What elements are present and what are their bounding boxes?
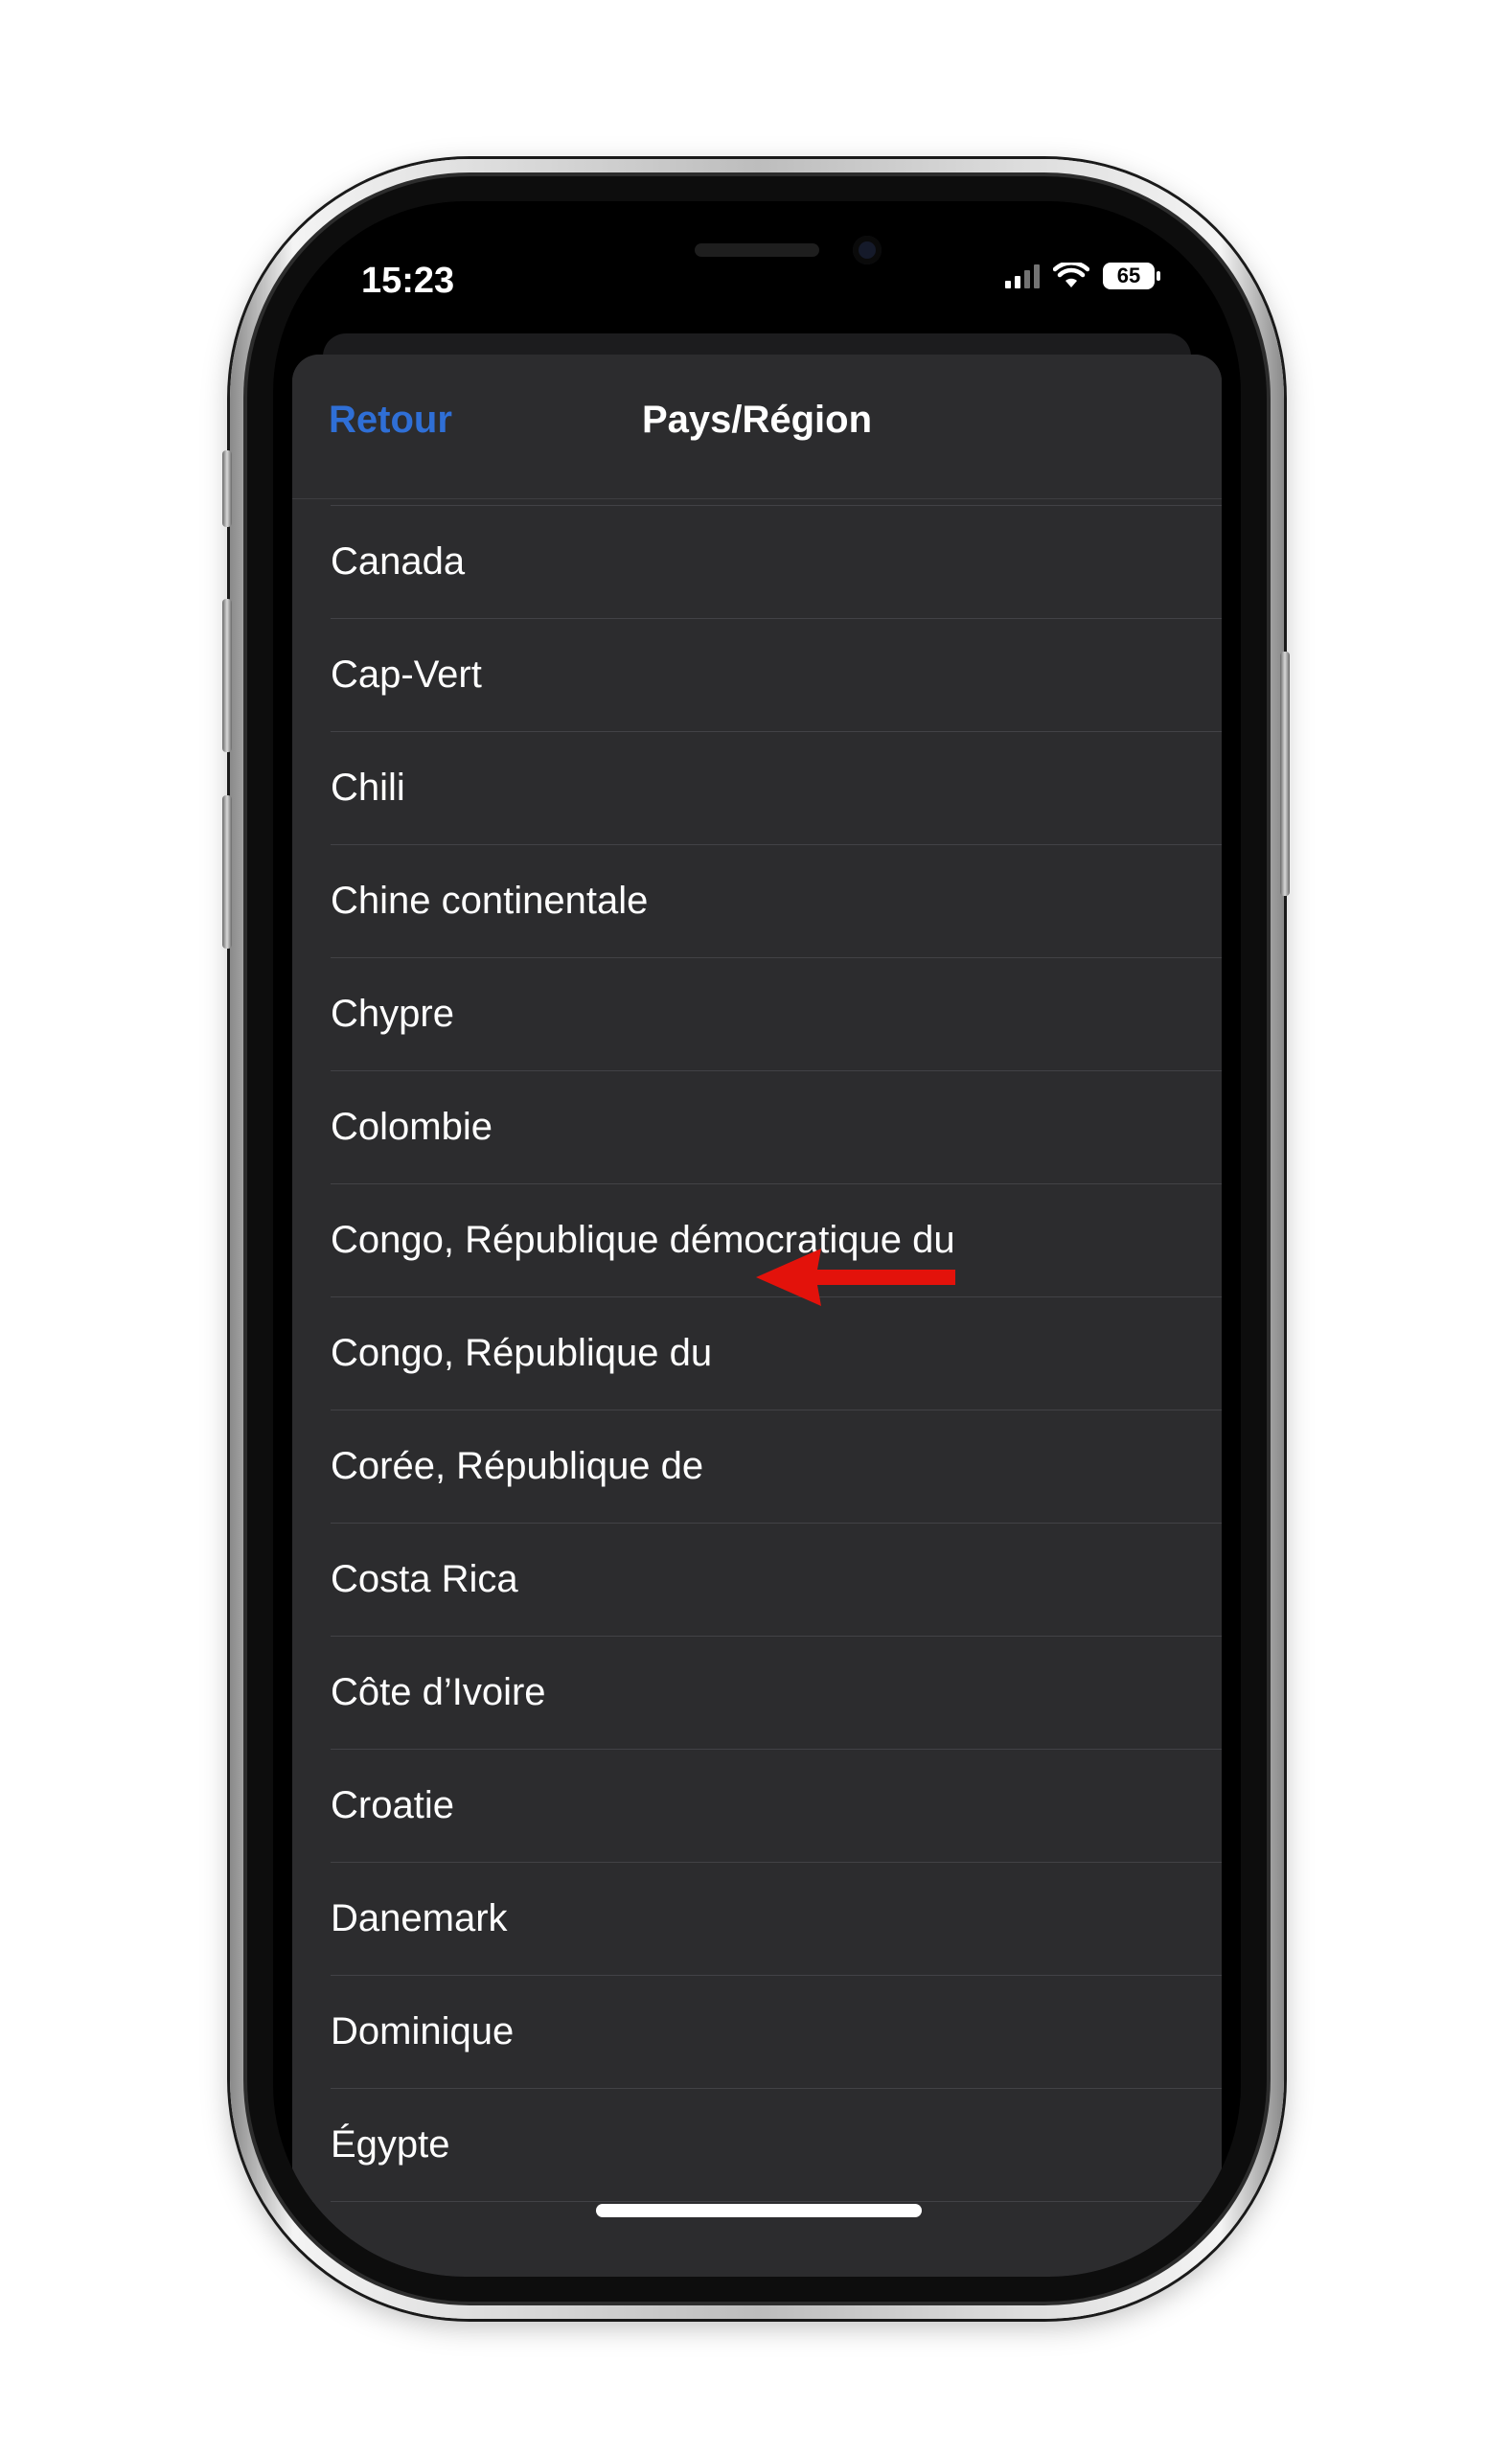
country-list-item[interactable]: Côte d’Ivoire — [292, 1637, 1222, 1750]
home-indicator[interactable] — [596, 2204, 922, 2217]
country-list-item[interactable]: Chili — [292, 732, 1222, 845]
country-list-item[interactable]: Colombie — [292, 1071, 1222, 1184]
navigation-bar: Retour Pays/Région — [292, 355, 1222, 499]
status-time: 15:23 — [361, 261, 455, 301]
country-list-item[interactable]: Égypte — [292, 2089, 1222, 2202]
volume-down-button — [222, 795, 232, 949]
battery-icon: 65 — [1103, 263, 1160, 289]
side-button — [1280, 652, 1290, 896]
country-list-item[interactable]: Chine continentale — [292, 845, 1222, 958]
country-list-item[interactable]: Danemark — [292, 1863, 1222, 1976]
front-camera — [853, 236, 882, 264]
red-arrow-annotation — [756, 1249, 955, 1306]
wifi-icon — [1053, 263, 1089, 287]
country-list-item[interactable]: Cap-Vert — [292, 619, 1222, 732]
country-list-item[interactable]: Chypre — [292, 958, 1222, 1071]
page-title: Pays/Région — [641, 399, 873, 441]
country-list-item[interactable]: Croatie — [292, 1750, 1222, 1863]
country-list-item[interactable]: Dominique — [292, 1976, 1222, 2089]
earpiece-speaker — [695, 243, 819, 257]
country-list-item[interactable]: Canada — [292, 506, 1222, 619]
mute-switch — [222, 450, 232, 527]
phone-screen: 15:23 65 Retour Pays/Région Camerou — [273, 201, 1241, 2277]
country-list-item[interactable]: Corée, République de — [292, 1410, 1222, 1524]
cellular-signal-icon — [1005, 264, 1040, 288]
country-list-item[interactable]: Costa Rica — [292, 1524, 1222, 1637]
volume-up-button — [222, 599, 232, 752]
country-picker-sheet: Retour Pays/Région CamerounCanadaCap-Ver… — [292, 355, 1222, 2277]
page: 15:23 65 Retour Pays/Région Camerou — [0, 0, 1512, 2453]
status-icons: 65 — [1005, 263, 1160, 289]
